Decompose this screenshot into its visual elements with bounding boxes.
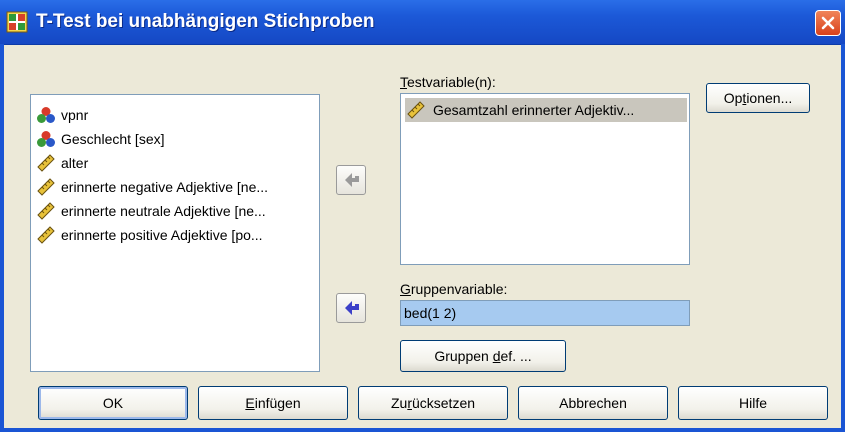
list-item-label: erinnerte negative Adjektive [ne... <box>61 179 269 195</box>
test-variables-list[interactable]: Gesamtzahl erinnerter Adjektiv... <box>400 93 690 265</box>
source-variable-list[interactable]: vpnr Geschlecht [sex] alter erinnerte ne… <box>30 94 320 372</box>
window-frame-right <box>841 44 845 432</box>
nominal-variable-icon <box>37 107 55 123</box>
list-item-label: vpnr <box>61 107 89 123</box>
test-variables-label: Testvariable(n): <box>400 74 496 90</box>
options-button[interactable]: Optionen... <box>706 83 810 113</box>
scale-variable-icon <box>37 202 55 220</box>
list-item[interactable]: erinnerte neutrale Adjektive [ne... <box>37 199 317 223</box>
grouping-variable-field[interactable]: bed(1 2) <box>400 300 690 326</box>
move-to-test-variables-button[interactable] <box>336 165 366 195</box>
close-icon <box>821 16 835 30</box>
ttest-app-icon <box>6 11 28 33</box>
list-item[interactable]: erinnerte positive Adjektive [po... <box>37 223 317 247</box>
define-groups-button[interactable]: Gruppen def. ... <box>400 340 566 372</box>
list-item[interactable]: vpnr <box>37 103 317 127</box>
help-button[interactable]: Hilfe <box>678 386 828 420</box>
window-frame-left <box>0 44 4 432</box>
window-title: T-Test bei unabhängigen Stichproben <box>36 11 375 32</box>
scale-variable-icon <box>37 226 55 244</box>
grouping-variable-label: Gruppenvariable: <box>400 281 508 297</box>
list-item[interactable]: Gesamtzahl erinnerter Adjektiv... <box>405 98 687 122</box>
arrow-right-icon <box>345 173 359 187</box>
scale-variable-icon <box>407 101 425 119</box>
scale-variable-icon <box>37 178 55 196</box>
window-frame-bottom <box>0 428 845 432</box>
list-item[interactable]: Geschlecht [sex] <box>37 127 317 151</box>
arrow-right-icon <box>345 301 359 315</box>
reset-button[interactable]: Zurücksetzen <box>358 386 508 420</box>
move-to-grouping-variable-button[interactable] <box>336 293 366 323</box>
close-button[interactable] <box>815 10 841 36</box>
list-item[interactable]: erinnerte negative Adjektive [ne... <box>37 175 317 199</box>
cancel-button[interactable]: Abbrechen <box>518 386 668 420</box>
ok-button[interactable]: OK <box>38 386 188 420</box>
nominal-variable-icon <box>37 131 55 147</box>
list-item-label: erinnerte neutrale Adjektive [ne... <box>61 203 266 219</box>
list-item-label: erinnerte positive Adjektive [po... <box>61 227 263 243</box>
scale-variable-icon <box>37 154 55 172</box>
title-bar[interactable]: T-Test bei unabhängigen Stichproben <box>0 0 845 45</box>
list-item-label: alter <box>61 155 89 171</box>
list-item-label: Gesamtzahl erinnerter Adjektiv... <box>433 102 635 118</box>
paste-button[interactable]: Einfügen <box>198 386 348 420</box>
list-item-label: Geschlecht [sex] <box>61 131 165 147</box>
list-item[interactable]: alter <box>37 151 317 175</box>
